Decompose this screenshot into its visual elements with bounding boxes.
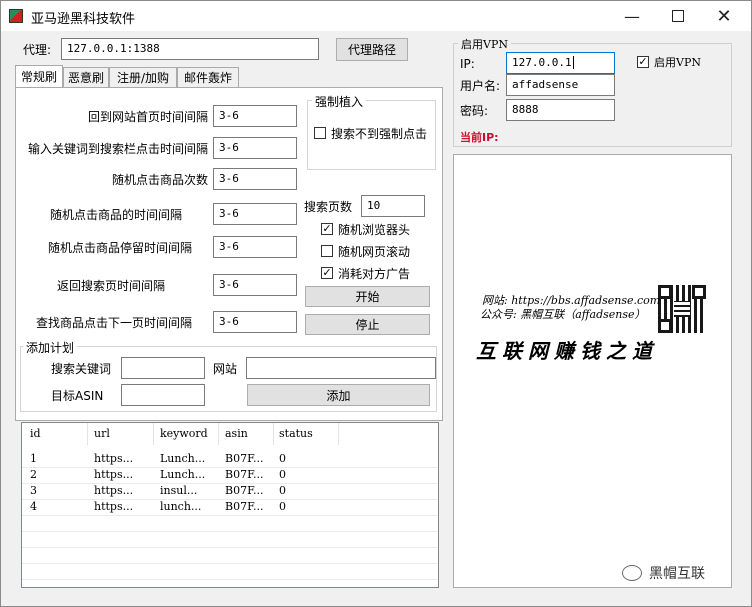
force-click-checkbox[interactable] xyxy=(314,127,326,139)
site-label: 网站 xyxy=(213,362,238,376)
setting-input-click-interval[interactable]: 3-6 xyxy=(213,203,297,225)
app-window: 亚马逊黑科技软件 — ✕ 代理: 127.0.0.1:1388 代理路径 常规刷… xyxy=(0,0,752,607)
setting-input-search-click-interval[interactable]: 3-6 xyxy=(213,137,297,159)
vpn-enable-checkbox[interactable]: ✓ xyxy=(637,56,649,68)
tab-register-cart[interactable]: 注册/加购 xyxy=(109,67,177,87)
vpn-pass-input[interactable]: 8888 xyxy=(506,99,615,121)
current-ip-label: 当前IP: xyxy=(460,131,499,144)
site-input[interactable] xyxy=(246,357,436,379)
watermark-text: 黑帽互联 xyxy=(649,566,705,582)
column-header-url[interactable]: url xyxy=(94,427,110,440)
title-bar[interactable]: 亚马逊黑科技软件 — ✕ xyxy=(1,1,751,31)
column-header-id[interactable]: id xyxy=(30,427,41,440)
setting-label: 返回搜索页时间间隔 xyxy=(56,279,165,293)
proxy-label: 代理: xyxy=(23,43,52,57)
vpn-ip-label: IP: xyxy=(460,57,475,71)
task-table[interactable]: id url keyword asin status 1 https... Lu… xyxy=(21,422,439,588)
setting-input-next-page-interval[interactable]: 3-6 xyxy=(213,311,297,333)
asin-label: 目标ASIN xyxy=(51,389,104,403)
app-icon xyxy=(9,9,23,23)
tab-regular[interactable]: 常规刷 xyxy=(15,65,63,87)
setting-input-home-interval[interactable]: 3-6 xyxy=(213,105,297,127)
setting-input-return-interval[interactable]: 3-6 xyxy=(213,274,297,296)
promo-account-text: 公众号: 黑帽互联（affadsense） xyxy=(480,308,646,321)
force-click-label: 搜索不到强制点击 xyxy=(331,127,428,141)
random-scroll-checkbox[interactable] xyxy=(321,245,333,257)
promo-slogan-text: 互联网赚钱之道 xyxy=(476,339,658,363)
window-title: 亚马逊黑科技软件 xyxy=(31,12,136,27)
vpn-group: 启用VPN IP: 127.0.0.1 用户名: affadsense 密码: … xyxy=(453,36,732,147)
vpn-ip-input[interactable]: 127.0.0.1 xyxy=(506,52,615,74)
search-pages-input[interactable]: 10 xyxy=(361,195,425,217)
random-scroll-label: 随机网页滚动 xyxy=(338,245,411,259)
search-pages-label: 搜索页数 xyxy=(304,200,353,214)
close-icon[interactable]: ✕ xyxy=(701,1,747,31)
consume-ads-label: 消耗对方广告 xyxy=(338,267,411,281)
start-button[interactable]: 开始 xyxy=(305,286,430,307)
random-ua-label: 随机浏览器头 xyxy=(338,223,411,237)
consume-ads-checkbox[interactable]: ✓ xyxy=(321,267,333,279)
setting-label: 随机点击商品停留时间间隔 xyxy=(47,241,192,255)
random-ua-checkbox[interactable]: ✓ xyxy=(321,223,333,235)
setting-label: 输入关键词到搜索栏点击时间间隔 xyxy=(27,142,208,156)
proxy-input[interactable]: 127.0.0.1:1388 xyxy=(61,38,319,60)
tab-panel-regular: 回到网站首页时间间隔 3-6 输入关键词到搜索栏点击时间间隔 3-6 随机点击商… xyxy=(15,87,443,421)
keyword-label: 搜索关键词 xyxy=(51,362,112,376)
setting-input-click-count[interactable]: 3-6 xyxy=(213,168,297,190)
force-group: 强制植入 搜索不到强制点击 xyxy=(307,93,436,170)
minimize-icon[interactable]: — xyxy=(609,1,655,31)
vpn-pass-label: 密码: xyxy=(460,104,489,118)
vpn-user-input[interactable]: affadsense xyxy=(506,74,615,96)
add-plan-group: 添加计划 搜索关键词 网站 目标ASIN 添加 xyxy=(20,339,437,412)
add-plan-title: 添加计划 xyxy=(23,339,78,356)
maximize-icon[interactable] xyxy=(655,1,701,31)
vpn-group-title: 启用VPN xyxy=(458,36,511,52)
force-group-title: 强制植入 xyxy=(312,93,367,110)
asin-input[interactable] xyxy=(121,384,205,406)
setting-input-stay-interval[interactable]: 3-6 xyxy=(213,236,297,258)
vpn-enable-label: 启用VPN xyxy=(654,56,701,69)
tab-email-bomb[interactable]: 邮件轰炸 xyxy=(177,67,239,87)
setting-label: 查找商品点击下一页时间间隔 xyxy=(35,316,192,330)
add-plan-button[interactable]: 添加 xyxy=(247,384,430,406)
vpn-user-label: 用户名: xyxy=(460,79,501,93)
column-header-keyword[interactable]: keyword xyxy=(160,427,208,440)
setting-label: 随机点击商品的时间间隔 xyxy=(49,208,182,222)
browser-preview-pane[interactable]: 网站: https://bbs.affadsense.com 公众号: 黑帽互联… xyxy=(453,154,732,588)
keyword-input[interactable] xyxy=(121,357,205,379)
column-header-asin[interactable]: asin xyxy=(225,427,248,440)
setting-label: 随机点击商品次数 xyxy=(111,173,208,187)
wechat-icon xyxy=(622,565,642,581)
proxy-path-button[interactable]: 代理路径 xyxy=(336,38,408,61)
setting-label: 回到网站首页时间间隔 xyxy=(87,110,208,124)
qr-code-icon xyxy=(658,285,706,333)
tab-malicious[interactable]: 恶意刷 xyxy=(63,67,109,87)
stop-button[interactable]: 停止 xyxy=(305,314,430,335)
column-header-status[interactable]: status xyxy=(279,427,313,440)
